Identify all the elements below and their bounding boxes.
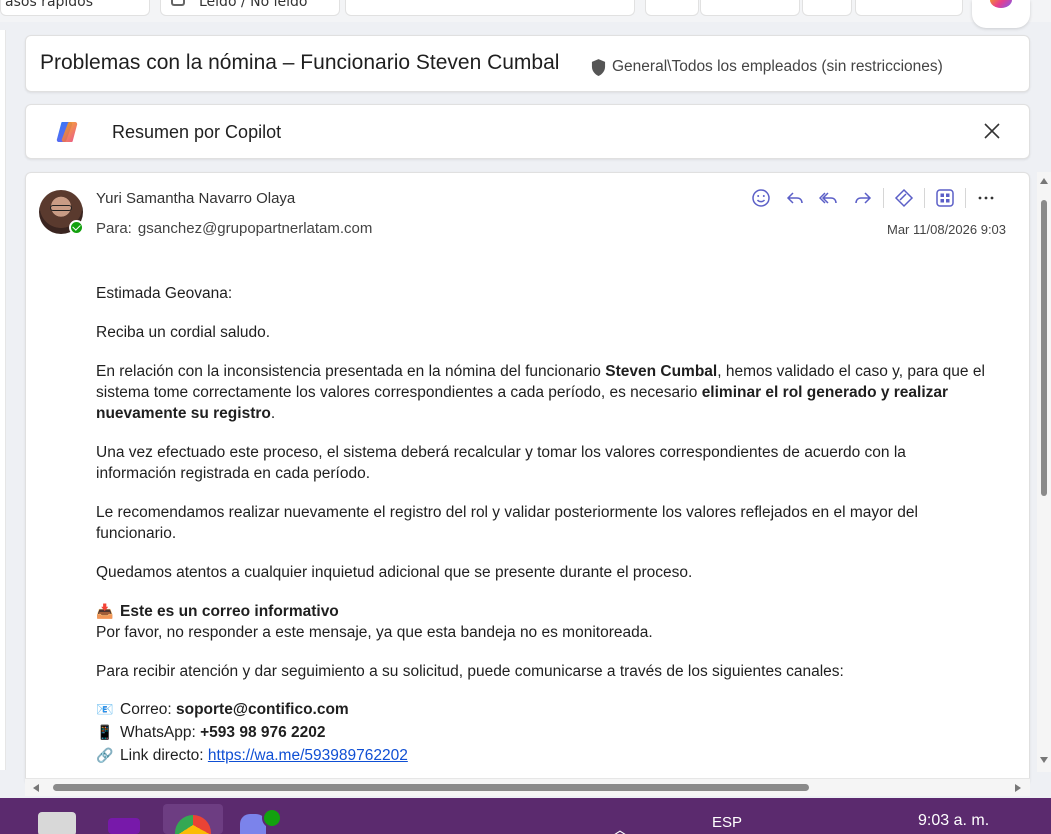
message-subject: Problemas con la nómina – Funcionario St… bbox=[40, 51, 560, 74]
paragraph-1: En relación con la inconsistencia presen… bbox=[96, 361, 986, 424]
read-unread-button[interactable]: Leído / No leído bbox=[160, 0, 340, 16]
clock-time[interactable]: 9:03 a. m. bbox=[918, 812, 989, 830]
ribbon: asos rápidos Leído / No leído bbox=[0, 0, 1051, 22]
avatar-glasses bbox=[50, 205, 72, 211]
print-button[interactable] bbox=[645, 0, 699, 16]
channels-intro: Para recibir atención y dar seguimiento … bbox=[96, 663, 844, 680]
smiley-icon bbox=[752, 189, 770, 207]
teams-status-icon bbox=[262, 808, 282, 828]
close-icon[interactable] bbox=[982, 121, 1002, 141]
folder-pane-edge bbox=[0, 30, 6, 770]
react-button[interactable] bbox=[744, 186, 778, 210]
email-icon: 📧 bbox=[96, 701, 114, 717]
loop-icon bbox=[894, 188, 914, 208]
scroll-up-icon[interactable] bbox=[1040, 178, 1048, 184]
recipient-address[interactable]: gsanchez@grupopartnerlatam.com bbox=[138, 220, 373, 237]
action-separator bbox=[883, 188, 884, 208]
email-label: Correo: bbox=[120, 701, 176, 718]
message-actions bbox=[744, 186, 1003, 210]
ribbon-group-flags[interactable] bbox=[345, 0, 635, 16]
link-label: Link directo: bbox=[120, 747, 208, 764]
paragraph-3: Le recomendamos realizar nuevamente el r… bbox=[96, 504, 918, 542]
whatsapp-channel: 📱 WhatsApp: +593 98 976 2202 bbox=[96, 722, 986, 743]
link-icon: 🔗 bbox=[96, 747, 114, 763]
envelope-icon bbox=[171, 0, 185, 6]
paragraph-2: Una vez efectuado este proceso, el siste… bbox=[96, 444, 906, 482]
recipients-row: Para: gsanchez@grupopartnerlatam.com bbox=[96, 220, 372, 237]
apps-icon-button[interactable] bbox=[928, 186, 962, 210]
reply-icon bbox=[786, 192, 803, 204]
scroll-thumb[interactable] bbox=[1041, 200, 1047, 496]
info-heading-line: 📥 Este es un correo informativo bbox=[96, 601, 986, 622]
greeting: Estimada Geovana: bbox=[96, 285, 233, 302]
taskbar: ︿ ESP 9:03 a. m. bbox=[0, 798, 1051, 834]
forward-button[interactable] bbox=[802, 0, 852, 16]
copilot-button[interactable] bbox=[972, 0, 1030, 28]
loop-button[interactable] bbox=[887, 186, 921, 210]
info-text: Por favor, no responder a este mensaje, … bbox=[96, 624, 653, 641]
mobile-phone-icon: 📱 bbox=[96, 724, 114, 740]
p1-text-e: . bbox=[270, 405, 276, 422]
quick-steps-button[interactable]: asos rápidos bbox=[0, 0, 150, 16]
copilot-icon bbox=[990, 0, 1012, 8]
scroll-left-icon[interactable] bbox=[33, 784, 39, 792]
reply-all-button[interactable] bbox=[812, 186, 846, 210]
link-channel: 🔗 Link directo: https://wa.me/59398976220… bbox=[96, 745, 986, 766]
language-indicator[interactable]: ESP bbox=[712, 814, 742, 831]
file-explorer-icon[interactable] bbox=[38, 812, 76, 834]
salutation: Reciba un cordial saludo. bbox=[96, 324, 271, 341]
p1-bold-name: Steven Cumbal bbox=[605, 363, 718, 380]
paragraph-4: Quedamos atentos a cualquier inquietud a… bbox=[96, 564, 693, 581]
whatsapp-value: +593 98 976 2202 bbox=[200, 724, 326, 741]
inbox-tray-icon: 📥 bbox=[96, 603, 114, 619]
message-card: Yuri Samantha Navarro Olaya Para: gsanche… bbox=[25, 172, 1030, 782]
scroll-right-icon[interactable] bbox=[1015, 784, 1021, 792]
quick-steps-label: asos rápidos bbox=[5, 0, 94, 10]
presence-available-icon bbox=[69, 220, 84, 235]
action-separator bbox=[924, 188, 925, 208]
forward-icon bbox=[855, 192, 872, 204]
onenote-icon[interactable] bbox=[108, 818, 140, 834]
more-button[interactable] bbox=[855, 0, 963, 16]
subject-card: Problemas con la nómina – Funcionario St… bbox=[25, 35, 1030, 92]
action-separator bbox=[965, 188, 966, 208]
sender-name[interactable]: Yuri Samantha Navarro Olaya bbox=[96, 190, 295, 207]
sensitivity-text: General\Todos los empleados (sin restric… bbox=[612, 58, 943, 75]
more-actions-button[interactable] bbox=[969, 186, 1003, 210]
vertical-scrollbar[interactable] bbox=[1037, 172, 1051, 772]
forward-message-button[interactable] bbox=[846, 186, 880, 210]
to-label: Para: bbox=[96, 220, 132, 237]
email-channel: 📧 Correo: soporte@contifico.com bbox=[96, 699, 986, 720]
copilot-summary-title: Resumen por Copilot bbox=[112, 122, 282, 142]
horizontal-scrollbar[interactable] bbox=[25, 778, 1030, 796]
shield-icon bbox=[591, 58, 606, 76]
info-heading: Este es un correo informativo bbox=[120, 603, 339, 620]
reply-all-icon bbox=[819, 192, 837, 204]
reply-button[interactable] bbox=[778, 186, 812, 210]
email-value: soporte@contifico.com bbox=[176, 701, 349, 718]
copilot-logo-icon bbox=[56, 122, 78, 142]
read-unread-label: Leído / No leído bbox=[199, 0, 308, 10]
system-tray-chevron[interactable]: ︿ bbox=[612, 816, 628, 834]
more-dots-icon bbox=[978, 196, 994, 200]
scroll-down-icon[interactable] bbox=[1040, 757, 1048, 763]
p1-text-a: En relación con la inconsistencia presen… bbox=[96, 363, 606, 380]
whatsapp-link[interactable]: https://wa.me/593989762202 bbox=[208, 747, 408, 764]
scroll-thumb-horizontal[interactable] bbox=[53, 784, 809, 791]
whatsapp-label: WhatsApp: bbox=[120, 724, 201, 741]
message-body: Estimada Geovana: Reciba un cordial salu… bbox=[96, 283, 986, 766]
sensitivity-label[interactable]: General\Todos los empleados (sin restric… bbox=[591, 58, 943, 76]
apps-grid-icon bbox=[936, 189, 954, 207]
copilot-summary-card[interactable]: Resumen por Copilot bbox=[25, 104, 1030, 159]
apps-button[interactable] bbox=[700, 0, 800, 16]
message-date: Mar 11/08/2026 9:03 bbox=[887, 222, 1007, 237]
